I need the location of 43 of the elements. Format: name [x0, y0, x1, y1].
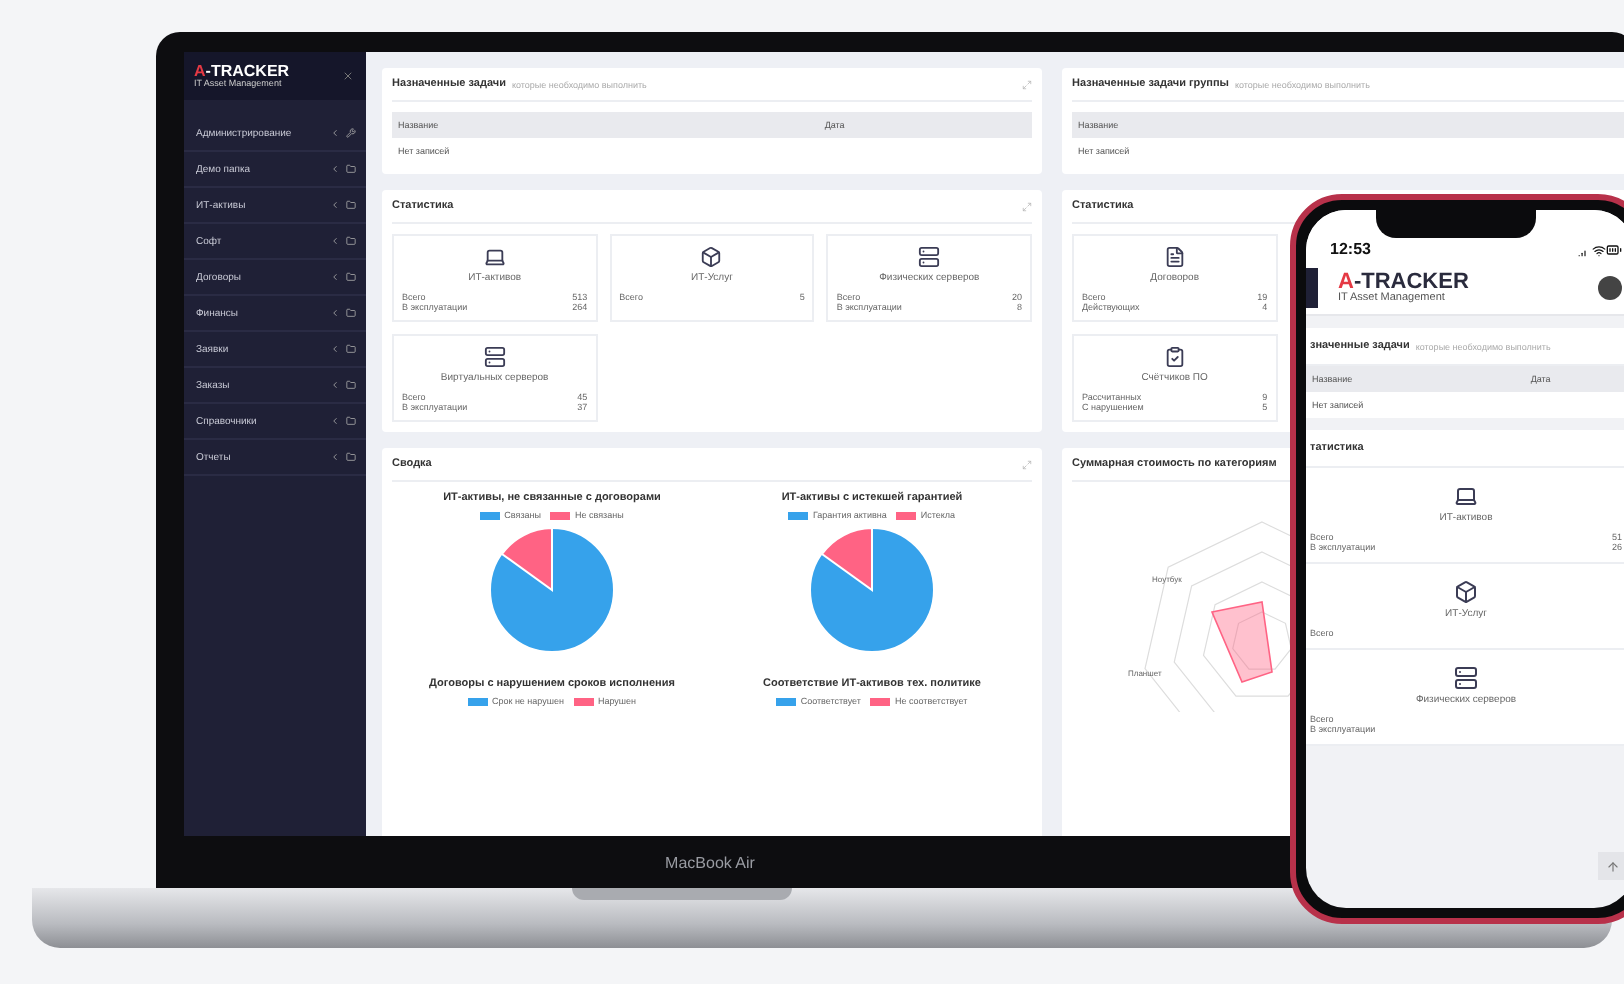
clipboard-check-icon [1163, 346, 1186, 368]
status-time: 12:53 [1330, 240, 1371, 258]
laptop-icon [483, 246, 506, 268]
expand-icon[interactable] [1022, 201, 1032, 211]
folder-icon [346, 200, 356, 210]
expand-icon[interactable] [1022, 459, 1032, 469]
folder-icon [346, 164, 356, 174]
pie-chart-drawing [488, 526, 616, 654]
device-label: MacBook Air [665, 853, 755, 871]
server-icon [918, 246, 941, 268]
chevron-icon [330, 344, 340, 354]
arrow-up-icon [1605, 859, 1619, 873]
folder-icon [346, 380, 356, 390]
chevron-icon [330, 308, 340, 318]
chevron-icon [330, 128, 340, 138]
folder-icon [346, 416, 356, 426]
chevron-icon [330, 200, 340, 210]
folder-icon [346, 308, 356, 318]
folder-icon [346, 272, 356, 282]
chevron-icon [330, 416, 340, 426]
sidebar-edge [1306, 268, 1318, 308]
scroll-up-button[interactable] [1598, 852, 1624, 880]
chevron-icon [330, 236, 340, 246]
cube-icon [1454, 580, 1478, 604]
server-icon [1454, 666, 1478, 690]
wifi-icon [1592, 244, 1606, 258]
chevron-icon [330, 452, 340, 462]
folder-icon [346, 236, 356, 246]
folder-icon [346, 344, 356, 354]
cube-icon [700, 246, 723, 268]
avatar[interactable] [1598, 276, 1622, 300]
chevron-icon [330, 272, 340, 282]
expand-icon[interactable] [1022, 79, 1032, 89]
close-icon[interactable] [342, 70, 354, 82]
document-icon [1163, 246, 1186, 268]
pie-chart-drawing [808, 526, 936, 654]
chevron-icon [330, 164, 340, 174]
folder-icon [346, 452, 356, 462]
laptop-icon [1454, 484, 1478, 508]
server-icon [483, 346, 506, 368]
battery-icon [1606, 242, 1622, 258]
chevron-icon [330, 380, 340, 390]
wrench-icon [346, 128, 356, 138]
